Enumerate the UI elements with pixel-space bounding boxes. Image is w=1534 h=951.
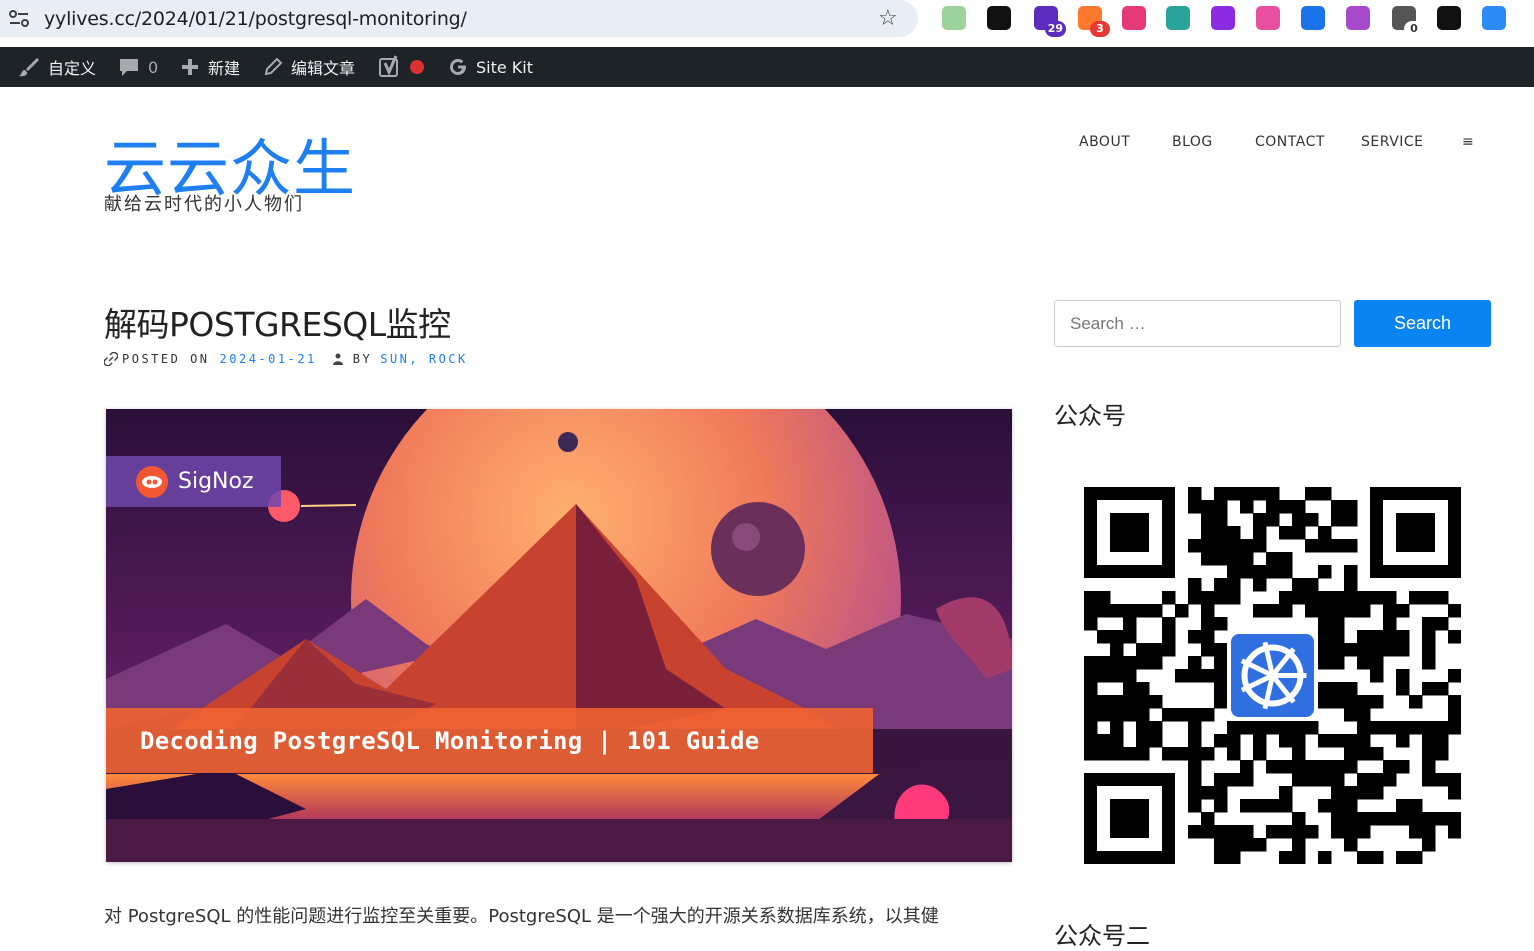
plus-icon bbox=[182, 59, 198, 75]
seo-status-dot-icon bbox=[410, 60, 424, 74]
widget-title-wechat: 公众号 bbox=[1054, 402, 1126, 430]
bookmark-star-icon[interactable]: ☆ bbox=[878, 5, 898, 31]
posted-on-label: POSTED ON bbox=[122, 352, 210, 366]
green-dot-extension-icon[interactable] bbox=[942, 6, 966, 30]
address-bar[interactable]: yylives.cc/2024/01/21/postgresql-monitor… bbox=[0, 0, 918, 37]
qr-code-image bbox=[1084, 487, 1462, 865]
paintbrush-icon bbox=[19, 58, 39, 77]
comments-link[interactable]: 0 bbox=[118, 47, 158, 87]
extension-badge: 29 bbox=[1044, 21, 1066, 37]
hbase-extension-icon[interactable] bbox=[1437, 6, 1461, 30]
wechat-qr-code bbox=[1084, 487, 1462, 865]
post-meta: POSTED ON 2024-01-21 BY SUN, ROCK bbox=[104, 352, 468, 366]
menu-toggle-icon[interactable]: ≡ bbox=[1462, 134, 1474, 154]
signoz-brand-tag: SigNoz bbox=[106, 456, 281, 507]
yoast-icon bbox=[379, 55, 398, 77]
extension-badge: 0 bbox=[1404, 21, 1424, 37]
translate-extension-icon[interactable] bbox=[1122, 6, 1146, 30]
openai-extension-icon[interactable] bbox=[1346, 6, 1370, 30]
signoz-brand-name: SigNoz bbox=[178, 469, 254, 494]
cat-extension-icon[interactable] bbox=[1256, 6, 1280, 30]
cursor-extension-icon[interactable]: 0 bbox=[1392, 6, 1424, 37]
nav-item-blog[interactable]: BLOG bbox=[1172, 134, 1213, 154]
notion-extension-icon[interactable] bbox=[987, 6, 1011, 30]
url-text[interactable]: yylives.cc/2024/01/21/postgresql-monitor… bbox=[44, 8, 467, 30]
search-input[interactable] bbox=[1054, 300, 1341, 347]
featured-image[interactable]: SigNoz Decoding PostgreSQL Monitoring | … bbox=[106, 409, 1012, 862]
post-date-link[interactable]: 2024-01-21 bbox=[220, 352, 317, 366]
site-kit-link[interactable]: Site Kit bbox=[448, 47, 533, 87]
signoz-logo-icon bbox=[136, 465, 168, 498]
user-icon bbox=[332, 353, 343, 365]
author-link[interactable]: SUN, ROCK bbox=[380, 352, 468, 366]
site-info-icon[interactable] bbox=[8, 9, 30, 29]
link-icon bbox=[104, 352, 118, 366]
lr-extension-icon[interactable] bbox=[1211, 6, 1235, 30]
image-caption-text: Decoding PostgreSQL Monitoring | 101 Gui… bbox=[140, 726, 760, 755]
pilcrow-extension-icon[interactable] bbox=[1301, 6, 1325, 30]
edit-post-label: 编辑文章 bbox=[291, 59, 356, 78]
customize-label: 自定义 bbox=[48, 59, 97, 78]
image-caption-banner: Decoding PostgreSQL Monitoring | 101 Gui… bbox=[106, 708, 873, 773]
pencil-icon bbox=[264, 57, 283, 76]
dictionary-extension-icon[interactable] bbox=[1166, 6, 1190, 30]
comments-count: 0 bbox=[148, 57, 159, 77]
blue-circle-extension-icon[interactable] bbox=[1482, 6, 1506, 30]
google-g-icon bbox=[450, 59, 466, 75]
graduation-cap-extension-icon[interactable]: 29 bbox=[1034, 6, 1066, 37]
post-excerpt: 对 PostgreSQL 的性能问题进行监控至关重要。PostgreSQL 是一… bbox=[104, 906, 939, 927]
post-title: 解码POSTGRESQL监控 bbox=[104, 305, 451, 344]
new-label: 新建 bbox=[208, 59, 241, 78]
by-label: BY bbox=[352, 352, 373, 366]
edit-post-link[interactable]: 编辑文章 bbox=[263, 47, 355, 87]
search-button[interactable]: Search bbox=[1354, 300, 1491, 347]
browser-toolbar: yylives.cc/2024/01/21/postgresql-monitor… bbox=[0, 0, 1534, 47]
site-description: 献给云时代的小人物们 bbox=[104, 194, 304, 215]
customize-link[interactable]: 自定义 bbox=[18, 47, 96, 87]
nav-item-about[interactable]: ABOUT bbox=[1079, 134, 1130, 154]
comment-bubble-icon bbox=[120, 59, 138, 76]
wp-admin-bar: 自定义 0 新建 编辑文章 Site Kit bbox=[0, 47, 1534, 87]
new-content-link[interactable]: 新建 bbox=[180, 47, 240, 87]
nav-item-contact[interactable]: CONTACT bbox=[1255, 134, 1325, 154]
widget-title-wechat-2: 公众号二 bbox=[1054, 922, 1150, 950]
cloud-extension-icon[interactable]: 3 bbox=[1078, 6, 1110, 37]
site-kit-label: Site Kit bbox=[476, 57, 534, 77]
extension-badge: 3 bbox=[1090, 21, 1110, 37]
yoast-seo-link[interactable] bbox=[378, 47, 424, 87]
nav-item-service[interactable]: SERVICE bbox=[1361, 134, 1424, 154]
